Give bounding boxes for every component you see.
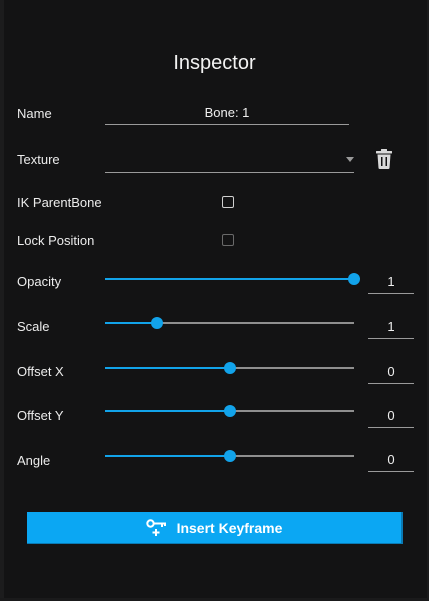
ik-parent-label: IK ParentBone <box>17 195 102 210</box>
offset-x-label: Offset X <box>17 364 64 379</box>
angle-input[interactable]: 0 <box>368 449 414 472</box>
name-input[interactable]: Bone: 1 <box>105 102 349 125</box>
offset-y-input[interactable]: 0 <box>368 405 414 428</box>
scale-slider[interactable] <box>105 315 354 331</box>
offset-x-input[interactable]: 0 <box>368 361 414 384</box>
opacity-label: Opacity <box>17 274 62 289</box>
slider-fill <box>105 410 230 412</box>
offset-y-label: Offset Y <box>17 408 64 423</box>
slider-thumb[interactable] <box>224 450 236 462</box>
slider-thumb[interactable] <box>348 273 360 285</box>
key-plus-icon <box>145 518 166 536</box>
opacity-slider[interactable] <box>105 271 360 287</box>
insert-keyframe-label: Insert Keyframe <box>176 519 283 536</box>
texture-select[interactable] <box>105 148 354 173</box>
scale-value: 1 <box>387 319 395 334</box>
offset-y-slider[interactable] <box>105 403 354 419</box>
slider-thumb[interactable] <box>151 317 163 329</box>
opacity-value: 1 <box>387 274 395 289</box>
slider-thumb[interactable] <box>224 362 236 374</box>
insert-keyframe-button[interactable]: Insert Keyframe <box>27 512 403 544</box>
panel-title: Inspector <box>173 52 256 74</box>
slider-fill <box>105 322 157 324</box>
slider-thumb[interactable] <box>224 405 236 417</box>
scale-label: Scale <box>17 319 50 334</box>
trash-icon[interactable] <box>375 149 393 169</box>
opacity-input[interactable]: 1 <box>368 271 414 294</box>
offset-x-slider[interactable] <box>105 360 354 376</box>
angle-value: 0 <box>387 452 395 467</box>
name-input-value: Bone: 1 <box>204 105 250 120</box>
offset-y-value: 0 <box>387 408 395 423</box>
angle-slider[interactable] <box>105 448 354 464</box>
panel-left-border <box>0 0 4 601</box>
ik-parent-checkbox[interactable] <box>222 196 234 208</box>
lock-position-checkbox[interactable] <box>222 234 234 246</box>
lock-position-label: Lock Position <box>17 233 95 248</box>
scale-input[interactable]: 1 <box>368 316 414 339</box>
slider-fill <box>105 455 230 457</box>
slider-fill <box>105 278 354 280</box>
caret-down-icon <box>346 157 354 162</box>
angle-label: Angle <box>17 453 51 468</box>
name-label: Name <box>17 106 52 121</box>
offset-x-value: 0 <box>387 364 395 379</box>
slider-fill <box>105 367 230 369</box>
texture-label: Texture <box>17 152 60 167</box>
